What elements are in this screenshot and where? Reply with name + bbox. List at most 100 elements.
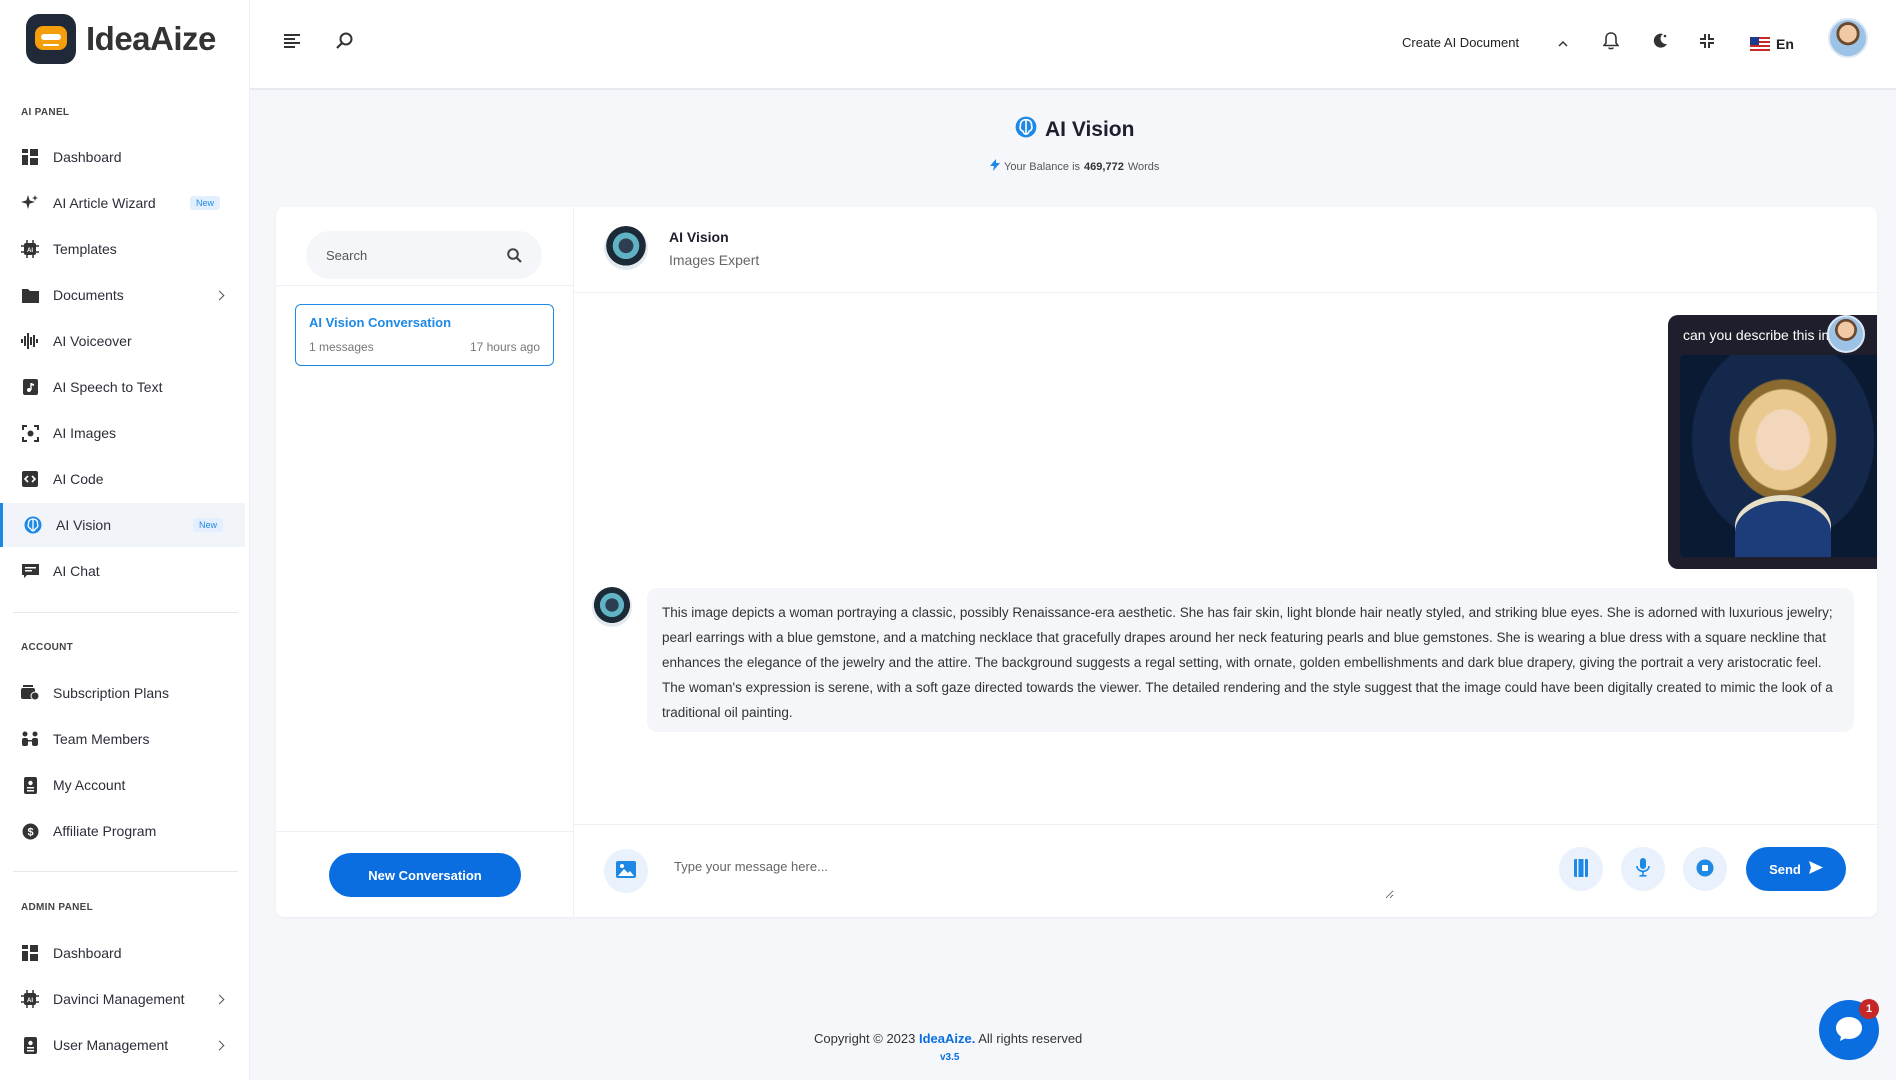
conversation-search	[306, 231, 542, 279]
sidebar-item-subscription[interactable]: Subscription Plans	[0, 671, 245, 715]
top-header: Create AI Document En	[250, 0, 1896, 90]
chat-bubble-icon	[1834, 1015, 1864, 1046]
conversation-message-count: 1 messages	[309, 340, 374, 354]
chevron-right-icon	[214, 290, 225, 300]
sidebar-item-team-members[interactable]: Team Members	[0, 717, 245, 761]
code-icon	[21, 470, 39, 488]
sidebar-item-label: AI Code	[53, 471, 104, 487]
user-message-bubble: can you describe this image?	[1668, 315, 1877, 569]
sidebar-item-dashboard[interactable]: Dashboard	[0, 135, 245, 179]
sidebar-item-ai-code[interactable]: AI Code	[0, 457, 245, 501]
language-label: En	[1776, 36, 1794, 52]
new-badge: New	[193, 518, 224, 532]
sidebar-item-documents[interactable]: Documents	[0, 273, 245, 317]
stop-recording-button[interactable]	[1683, 847, 1727, 891]
create-ai-document-menu[interactable]: Create AI Document	[1402, 35, 1519, 50]
sidebar-item-davinci-management[interactable]: AI Davinci Management	[0, 977, 245, 1021]
user-avatar-button[interactable]	[1828, 18, 1868, 58]
sidebar-item-user-management[interactable]: User Management	[0, 1023, 245, 1067]
sidebar-divider	[13, 871, 238, 872]
image-icon	[616, 861, 636, 881]
header-search-button[interactable]	[331, 29, 357, 55]
brand-logo[interactable]: IdeaAize	[26, 14, 216, 64]
sidebar-item-label: Davinci Management	[53, 991, 185, 1007]
sidebar-item-label: Team Members	[53, 731, 150, 747]
compress-icon	[1699, 33, 1715, 52]
voice-input-button[interactable]	[1621, 847, 1665, 891]
sidebar-item-label: Dashboard	[53, 149, 122, 165]
balance-value: 469,772	[1084, 160, 1124, 173]
svg-text:$: $	[27, 826, 33, 838]
attach-image-button[interactable]	[604, 849, 648, 893]
sidebar-item-article-wizard[interactable]: AI Article Wizard New	[0, 181, 245, 225]
sidebar-item-affiliate[interactable]: $ Affiliate Program	[0, 809, 245, 853]
send-label: Send	[1769, 861, 1801, 877]
sidebar-item-templates[interactable]: AI Templates	[0, 227, 245, 271]
search-icon	[335, 32, 353, 52]
menu-toggle-button[interactable]	[279, 29, 305, 55]
sidebar-item-ai-chat[interactable]: AI Chat	[0, 549, 245, 593]
menu-icon	[284, 33, 300, 51]
language-selector[interactable]: En	[1750, 36, 1794, 52]
book-icon	[1572, 858, 1590, 880]
chat-header: AI Vision Images Expert W PDF	[574, 207, 1877, 293]
chevron-up-icon	[1558, 34, 1568, 50]
section-ai-panel: AI PANEL	[21, 107, 70, 118]
fullscreen-button[interactable]	[1694, 29, 1720, 55]
dashboard-icon	[21, 148, 39, 166]
message-input[interactable]	[674, 845, 1394, 899]
copyright-suffix: All rights reserved	[978, 1031, 1083, 1046]
bot-message-bubble: This image depicts a woman portraying a …	[647, 588, 1854, 732]
chat-icon	[21, 562, 39, 580]
sidebar-item-label: Dashboard	[53, 945, 122, 961]
sidebar-item-label: AI Vision	[56, 517, 111, 533]
stop-icon	[1696, 859, 1714, 880]
page-title-text: AI Vision	[1045, 118, 1135, 141]
header-collapse-button[interactable]	[1550, 29, 1576, 55]
sparkles-icon	[21, 194, 39, 212]
search-input[interactable]	[326, 247, 496, 263]
sidebar-item-label: User Management	[53, 1037, 169, 1053]
footer-brand-link[interactable]: IdeaAize.	[919, 1031, 975, 1046]
moon-icon	[1651, 32, 1669, 53]
team-icon	[21, 730, 39, 748]
theme-toggle-button[interactable]	[1647, 29, 1673, 55]
send-button[interactable]: Send	[1746, 847, 1846, 891]
sidebar-item-label: AI Chat	[53, 563, 100, 579]
sidebar-divider	[13, 612, 238, 613]
chat-name: AI Vision	[669, 229, 729, 245]
search-icon[interactable]	[507, 247, 522, 263]
sidebar-item-voiceover[interactable]: AI Voiceover	[0, 319, 245, 363]
new-badge: New	[190, 196, 221, 210]
sidebar-item-ai-vision[interactable]: AI Vision New	[0, 503, 245, 547]
page-title: AI Vision	[1015, 116, 1134, 144]
bell-icon	[1602, 31, 1620, 53]
waveform-icon	[21, 332, 39, 350]
music-file-icon	[21, 378, 39, 396]
sidebar-item-my-account[interactable]: My Account	[0, 763, 245, 807]
message-composer: Send	[574, 824, 1877, 917]
logo-icon	[26, 14, 76, 64]
section-admin-panel: ADMIN PANEL	[21, 902, 94, 913]
conversation-list-pane: AI Vision Conversation 1 messages 17 hou…	[276, 207, 574, 917]
folder-icon	[21, 286, 39, 304]
brain-icon	[24, 516, 42, 534]
notifications-button[interactable]	[1598, 29, 1624, 55]
chat-pane: AI Vision Images Expert W PDF can you de…	[574, 207, 1877, 917]
prompt-library-button[interactable]	[1559, 847, 1603, 891]
bot-avatar	[592, 587, 632, 627]
sidebar-item-speech-to-text[interactable]: AI Speech to Text	[0, 365, 245, 409]
sidebar-item-ai-images[interactable]: AI Images	[0, 411, 245, 455]
new-conversation-button[interactable]: New Conversation	[329, 853, 521, 897]
conversation-item[interactable]: AI Vision Conversation 1 messages 17 hou…	[295, 304, 554, 366]
conversation-time: 17 hours ago	[469, 340, 540, 354]
brain-icon	[1015, 116, 1037, 144]
divider	[276, 831, 574, 832]
chevron-right-icon	[214, 1040, 225, 1050]
uploaded-portrait-image[interactable]	[1680, 355, 1877, 557]
dollar-coin-icon: $	[21, 822, 39, 840]
image-scan-icon	[21, 424, 39, 442]
sidebar: IdeaAize AI PANEL Dashboard AI Article W…	[0, 0, 250, 1080]
sidebar-item-admin-dashboard[interactable]: Dashboard	[0, 931, 245, 975]
chat-role: Images Expert	[669, 252, 760, 268]
